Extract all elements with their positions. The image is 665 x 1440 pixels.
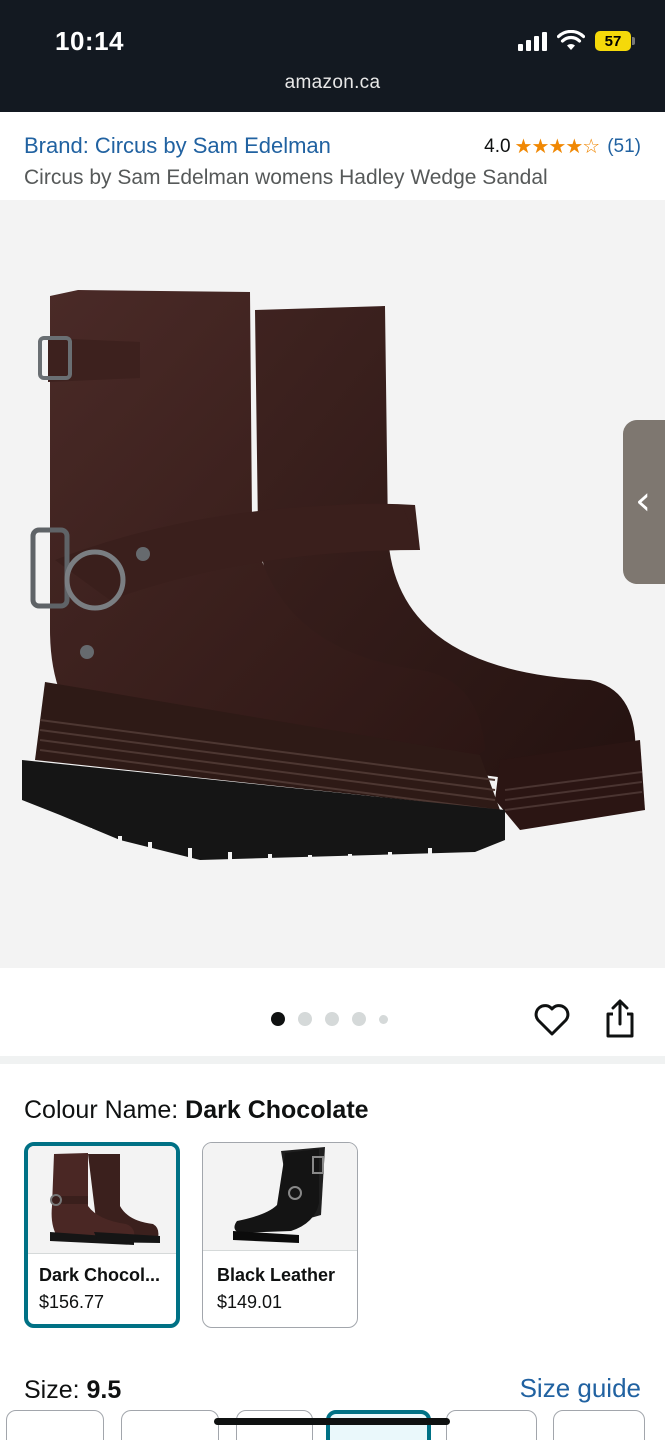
- pager-dot[interactable]: [298, 1012, 312, 1026]
- rating-value: 4.0: [484, 135, 511, 157]
- colour-label-prefix: Colour Name:: [24, 1096, 186, 1124]
- cellular-signal-icon: [518, 31, 547, 51]
- pager-dot[interactable]: [325, 1012, 339, 1026]
- colour-name-label: Colour Name: Dark Chocolate: [24, 1096, 369, 1125]
- status-time: 10:14: [55, 26, 124, 56]
- pager-dot[interactable]: [379, 1014, 388, 1024]
- size-option[interactable]: [121, 1410, 219, 1440]
- colour-option-price: $156.77: [39, 1292, 105, 1312]
- colour-option-name: Dark Chocol...: [39, 1265, 161, 1285]
- size-option[interactable]: [446, 1410, 537, 1440]
- colour-option-name: Black Leather: [217, 1265, 336, 1285]
- section-divider: [0, 1056, 665, 1064]
- star-rating-icon: ★★★★☆: [514, 136, 601, 158]
- browser-header: 10:14 57 amazon.ca: [0, 0, 665, 112]
- size-label: Size: 9.5: [24, 1376, 121, 1405]
- rating-summary[interactable]: 4.0 ★★★★☆ (51): [484, 134, 641, 159]
- size-option[interactable]: [236, 1410, 313, 1440]
- size-guide-link[interactable]: Size guide: [520, 1373, 641, 1404]
- pager-dot[interactable]: [352, 1012, 366, 1026]
- image-side-tab[interactable]: ‹: [623, 420, 665, 584]
- rating-count[interactable]: (51): [607, 136, 641, 158]
- wifi-icon: [557, 30, 585, 50]
- colour-option-price: $149.01: [217, 1292, 283, 1312]
- system-icons: 57: [518, 30, 635, 52]
- add-to-list-button[interactable]: [532, 1000, 572, 1040]
- pager-dot[interactable]: [271, 1012, 285, 1026]
- product-image[interactable]: ‹: [0, 200, 665, 968]
- share-icon: [606, 999, 634, 1038]
- colour-option-black-leather[interactable]: Black Leather $149.01: [202, 1142, 358, 1328]
- home-indicator: [214, 1418, 450, 1425]
- heart-icon: [534, 1004, 570, 1036]
- battery-icon: 57: [595, 31, 635, 51]
- battery-level: 57: [595, 31, 631, 51]
- size-selected-value: 9.5: [86, 1376, 122, 1404]
- colour-option-thumb: [28, 1146, 176, 1254]
- chevron-left-icon: ‹: [635, 478, 651, 524]
- size-label-prefix: Size:: [24, 1376, 87, 1404]
- product-title: Circus by Sam Edelman womens Hadley Wedg…: [24, 166, 548, 189]
- share-button[interactable]: [602, 998, 638, 1040]
- colour-option-thumb: [203, 1143, 357, 1251]
- address-bar[interactable]: amazon.ca: [0, 72, 665, 94]
- colour-selected-value: Dark Chocolate: [185, 1096, 369, 1124]
- boots-image: [22, 290, 645, 866]
- size-option[interactable]: [6, 1410, 104, 1440]
- size-option-selected[interactable]: [326, 1410, 431, 1440]
- colour-option-dark-chocolate[interactable]: Dark Chocol... $156.77: [24, 1142, 180, 1328]
- boot-thumbnail: [233, 1147, 325, 1243]
- size-option[interactable]: [553, 1410, 645, 1440]
- pager-dots: [271, 1012, 388, 1026]
- brand-rating-row: Brand: Circus by Sam Edelman 4.0 ★★★★☆ (…: [24, 130, 641, 160]
- boot-thumbnail: [50, 1153, 160, 1245]
- brand-link[interactable]: Brand: Circus by Sam Edelman: [24, 133, 331, 159]
